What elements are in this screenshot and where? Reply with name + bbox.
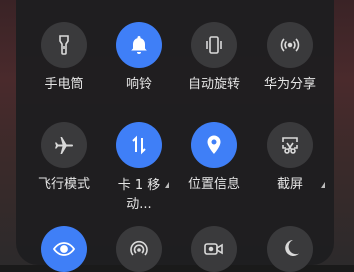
tile-label: 截屏 [276, 177, 303, 192]
tile-auto-rotate[interactable]: 自动旋转 [179, 22, 249, 93]
expand-caret-icon[interactable] [321, 182, 325, 188]
tile-label: 手电筒 [44, 77, 84, 92]
flashlight-icon [41, 22, 87, 68]
video-camera-icon [191, 226, 237, 272]
tile-label: 华为分享 [263, 77, 316, 92]
expand-caret-icon[interactable] [165, 182, 169, 188]
tile-label: 自动旋转 [187, 77, 240, 92]
tile-location[interactable]: 位置信息 [179, 122, 249, 193]
bell-icon [116, 22, 162, 68]
tile-label: 卡 1 移动... [117, 178, 161, 212]
location-pin-icon [191, 122, 237, 168]
tile-mobile-data[interactable]: 卡 1 移动... [104, 122, 174, 214]
eye-icon [41, 226, 87, 272]
scissors-screenshot-icon [267, 122, 313, 168]
share-wave-icon [267, 22, 313, 68]
tile-dark-mode[interactable] [255, 226, 325, 272]
tile-label: 位置信息 [187, 177, 240, 192]
tile-huawei-share[interactable]: 华为分享 [255, 22, 325, 93]
rotate-icon [191, 22, 237, 68]
quick-settings-panel: 手电筒 响铃 自动旋转 华为分享 飞行模式 卡 1 移动... 位置信息 截屏 [16, 0, 334, 272]
tile-label: 飞行模式 [37, 177, 90, 192]
airplane-icon [41, 122, 87, 168]
moon-icon [267, 226, 313, 272]
tile-flashlight[interactable]: 手电筒 [29, 22, 99, 93]
tile-screenshot[interactable]: 截屏 [255, 122, 325, 193]
tile-eye-comfort[interactable] [29, 226, 99, 272]
tile-nfc[interactable] [104, 226, 174, 272]
tile-airplane-mode[interactable]: 飞行模式 [29, 122, 99, 193]
nfc-icon [116, 226, 162, 272]
tile-screen-record[interactable] [179, 226, 249, 272]
tile-label: 响铃 [125, 77, 152, 92]
tile-ringer[interactable]: 响铃 [104, 22, 174, 93]
data-transfer-icon [116, 122, 162, 168]
